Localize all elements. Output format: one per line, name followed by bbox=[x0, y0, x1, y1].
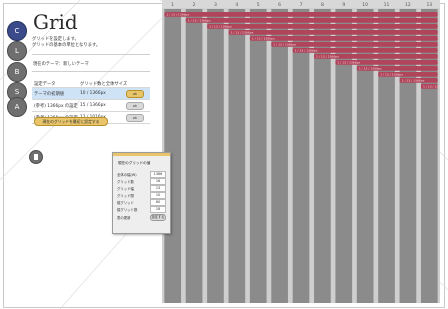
dialog-title: 現在のグリッドの値 bbox=[118, 161, 151, 165]
row-name: (参考) 1366px の設定 bbox=[34, 104, 78, 109]
grid-column-number: 2 bbox=[193, 2, 196, 8]
dialog-row-label: 縦グリッド数 bbox=[117, 208, 138, 212]
dialog-row-label: 全体の幅(W) bbox=[117, 173, 137, 177]
grid-column-number: 11 bbox=[384, 2, 390, 8]
grid-column-number: 5 bbox=[257, 2, 260, 8]
grid-span-bar bbox=[185, 18, 438, 23]
dialog-row-label: 縦グリッド bbox=[117, 201, 134, 205]
grid-span-label: 1 / 13 / 1366px bbox=[295, 49, 318, 53]
grid-span-label: 1 / 13 / 1366px bbox=[273, 43, 296, 47]
grid-column-number: 8 bbox=[321, 2, 324, 8]
grid-column bbox=[420, 9, 438, 303]
export-icon[interactable] bbox=[29, 150, 43, 164]
grid-span-label: 1 / 13 / 1366px bbox=[252, 37, 275, 41]
intro-line-2: グリッドの基本の単位となります。 bbox=[32, 43, 101, 48]
dialog-row-input[interactable]: 16 bbox=[150, 178, 166, 185]
grid-column bbox=[292, 9, 310, 303]
grid-column bbox=[356, 9, 374, 303]
grid-column bbox=[249, 9, 267, 303]
select-button[interactable]: ok bbox=[126, 90, 144, 98]
table-row[interactable]: テーマの初期値 10 / 1366px ok bbox=[32, 88, 150, 100]
grid-span-label: 1 / 13 / 1366px bbox=[337, 61, 360, 65]
dialog-set-button[interactable]: 設定する bbox=[150, 214, 166, 221]
grid-column bbox=[207, 9, 224, 303]
dialog-row-label: グリッド間 bbox=[117, 194, 134, 198]
grid-column bbox=[399, 9, 417, 303]
grid-span-label: 1 / 13 / 1366px bbox=[166, 13, 189, 17]
dialog-row-input[interactable]: 13 bbox=[150, 185, 166, 192]
grid-column-number: 1 bbox=[171, 2, 174, 8]
app-window: C L B S A Grid グリッドを設定します。 グリッドの基本の単位となり… bbox=[0, 0, 448, 309]
dialog-row: 縦グリッド数 18 bbox=[117, 206, 166, 213]
select-button[interactable]: ok bbox=[126, 114, 144, 122]
dialog-row-input[interactable]: 10 bbox=[150, 192, 166, 199]
select-button[interactable]: ok bbox=[126, 102, 144, 110]
dialog-row-label: グリッド数 bbox=[117, 180, 134, 184]
grid-span-bar bbox=[228, 30, 438, 35]
dialog-row: 縦グリッド 60 bbox=[117, 199, 166, 206]
dialog-row: グリッド間 10 bbox=[117, 192, 166, 199]
grid-column-number: 3 bbox=[214, 2, 217, 8]
dialog-row-input[interactable]: 60 bbox=[150, 199, 166, 206]
grid-span-label: 1 / 13 / 1366px bbox=[402, 79, 425, 83]
dialog-row-input[interactable]: 18 bbox=[150, 206, 166, 213]
page-title: Grid bbox=[33, 10, 78, 34]
grid-column-number: 6 bbox=[278, 2, 281, 8]
grid-column bbox=[228, 9, 246, 303]
grid-span-label: 1 / 13 / 1366px bbox=[209, 25, 232, 29]
grid-column bbox=[185, 9, 203, 303]
grid-column-number: 13 bbox=[426, 2, 432, 8]
grid-span-label: 1 / 13 / 1366px bbox=[380, 73, 403, 77]
grid-column-number: 4 bbox=[235, 2, 238, 8]
grid-column bbox=[271, 9, 288, 303]
grid-column-number: 12 bbox=[405, 2, 411, 8]
dialog-accent-bar bbox=[113, 153, 170, 156]
grid-column-number: 10 bbox=[362, 2, 368, 8]
table-header: 設定データ グリッド数と全体サイズ bbox=[32, 78, 150, 88]
row-name: テーマの初期値 bbox=[34, 92, 65, 97]
grid-span-label: 1 / 13 / 1366px bbox=[188, 19, 211, 23]
grid-column bbox=[335, 9, 353, 303]
theme-label: 現在のテーマ：新しいテーマ bbox=[33, 62, 89, 67]
grid-span-label: 1 / 13 / 1366px bbox=[423, 85, 440, 89]
grid-span-bar bbox=[207, 24, 438, 29]
grid-column bbox=[378, 9, 395, 303]
grid-span-bar bbox=[249, 36, 438, 41]
grid-span-label: 1 / 13 / 1366px bbox=[316, 55, 339, 59]
apply-grid-button[interactable]: 現在のグリッドを最初に設定する bbox=[34, 117, 108, 126]
grid-span-bar bbox=[271, 42, 438, 47]
dialog-row: 全体の幅(W) 1366 bbox=[117, 171, 166, 178]
divider bbox=[32, 54, 150, 55]
dialog-action-label: 表の更新 bbox=[117, 216, 131, 220]
dialog-row-input[interactable]: 1366 bbox=[150, 171, 166, 178]
grid-values-dialog: 現在のグリッドの値 全体の幅(W) 1366 グリッド数 16 グリッド幅 13… bbox=[112, 152, 171, 234]
sidebar-item-advanced[interactable]: A bbox=[7, 97, 27, 117]
sidebar-item-base[interactable]: B bbox=[7, 62, 27, 82]
sidebar-item-layout[interactable]: L bbox=[7, 41, 27, 61]
grid-column bbox=[314, 9, 331, 303]
sidebar-item-color[interactable]: C bbox=[7, 21, 27, 41]
dialog-row: グリッド幅 13 bbox=[117, 185, 166, 192]
column-header: グリッド数と全体サイズ bbox=[80, 82, 128, 87]
grid-preview: 1 2 3 4 5 6 7 8 9 10 11 12 131 / 13 / 1366px1 / 13 /… bbox=[162, 0, 440, 303]
row-value: 10 / 1366px bbox=[80, 91, 106, 96]
grid-span-bar bbox=[164, 12, 438, 17]
row-value: 15 / 1366px bbox=[80, 103, 106, 108]
grid-column-number: 7 bbox=[300, 2, 303, 8]
dialog-row: グリッド数 16 bbox=[117, 178, 166, 185]
column-header: 設定データ bbox=[34, 82, 56, 87]
grid-column-number: 9 bbox=[342, 2, 345, 8]
grid-span-label: 1 / 13 / 1366px bbox=[231, 31, 254, 35]
table-row[interactable]: (参考) 1366px の設定 15 / 1366px ok bbox=[32, 100, 150, 112]
dialog-row-label: グリッド幅 bbox=[117, 187, 134, 191]
grid-span-label: 1 / 13 / 1366px bbox=[359, 67, 382, 71]
divider bbox=[32, 71, 150, 72]
intro-text: グリッドを設定します。 グリッドの基本の単位となります。 bbox=[32, 37, 100, 49]
